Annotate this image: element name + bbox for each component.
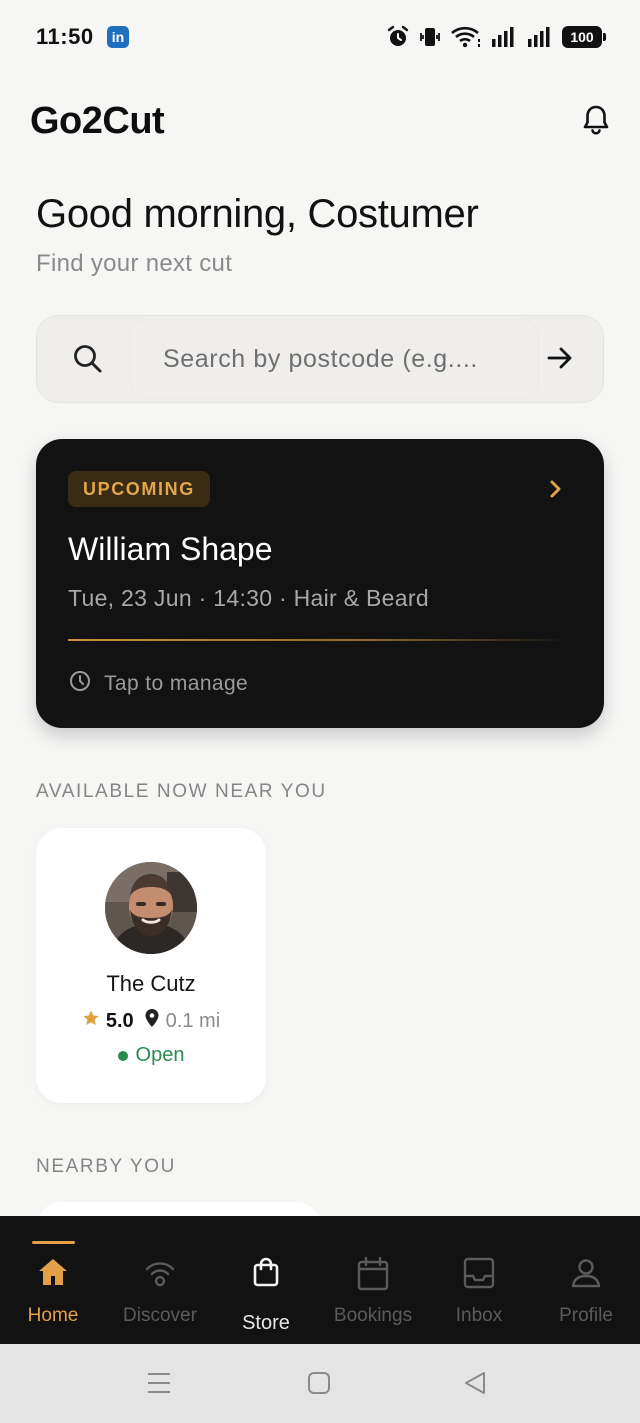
nav-label: Home — [27, 1305, 79, 1326]
arrow-right-icon — [545, 347, 575, 377]
nav-label: Store — [242, 1312, 290, 1334]
shop-status: Open — [36, 1044, 266, 1067]
wifi-icon — [450, 25, 482, 49]
location-pin-icon — [144, 1008, 160, 1034]
greeting-title: Good morning, Costumer — [36, 192, 479, 236]
active-indicator — [32, 1241, 75, 1244]
greeting-subtitle: Find your next cut — [36, 250, 233, 277]
nav-item-discover[interactable]: Discover — [107, 1216, 213, 1344]
status-label: Open — [135, 1044, 185, 1066]
status-icons: 100 — [386, 22, 606, 52]
status-bar: 11:50 in 100 — [0, 0, 640, 72]
nav-label: Bookings — [333, 1305, 413, 1326]
signal-strength-icon — [490, 25, 518, 49]
nav-item-store[interactable]: Store — [213, 1216, 319, 1344]
nav-label: Discover — [123, 1305, 197, 1326]
vibrate-icon — [418, 25, 442, 49]
menu-icon[interactable] — [146, 1370, 172, 1401]
shop-card[interactable]: The Cutz 5.0 0.1 mi Open — [36, 828, 266, 1103]
alarm-icon — [386, 25, 410, 49]
inbox-icon — [426, 1256, 532, 1290]
booking-details: Tue, 23 Jun · 14:30 · Hair & Beard — [68, 585, 429, 611]
nav-label: Profile — [559, 1305, 613, 1326]
status-dot-icon — [117, 1050, 128, 1061]
divider — [68, 639, 568, 641]
star-icon — [82, 1009, 100, 1033]
app-title: Go2Cut — [30, 100, 165, 142]
search-submit-button[interactable] — [545, 343, 575, 378]
postcode-search-input[interactable]: Search by postcode (e.g.... — [129, 319, 539, 399]
back-icon[interactable] — [462, 1370, 488, 1401]
clock-icon — [68, 669, 92, 699]
chevron-right-icon — [548, 477, 564, 506]
bell-icon — [582, 104, 610, 141]
nav-item-profile[interactable]: Profile — [533, 1216, 639, 1344]
shopping-bag-icon — [213, 1256, 319, 1288]
signal-strength-icon — [526, 25, 554, 49]
status-time: 11:50 — [36, 24, 94, 49]
linkedin-notification-icon: in — [107, 26, 129, 48]
nearby-section-label: NEARBY YOU — [36, 1156, 176, 1177]
upcoming-badge: UPCOMING — [68, 471, 210, 507]
barber-name: William Shape — [68, 531, 273, 567]
manage-label: Tap to manage — [104, 672, 249, 695]
shop-meta: 5.0 0.1 mi — [36, 1008, 266, 1034]
nav-item-bookings[interactable]: Bookings — [320, 1216, 426, 1344]
calendar-icon — [320, 1256, 426, 1292]
shop-distance: 0.1 mi — [165, 1009, 221, 1032]
system-navigation-bar — [0, 1344, 640, 1423]
search-icon — [71, 342, 105, 381]
shop-name: The Cutz — [106, 971, 196, 996]
home-icon — [0, 1256, 106, 1288]
nav-label: Inbox — [455, 1305, 503, 1326]
manage-hint: Tap to manage — [68, 669, 248, 699]
notifications-button[interactable] — [580, 104, 612, 140]
battery-indicator: 100 — [562, 26, 606, 48]
available-section-label: AVAILABLE NOW NEAR YOU — [36, 781, 327, 802]
home-button-icon[interactable] — [306, 1370, 332, 1401]
user-icon — [533, 1256, 639, 1290]
signal-icon — [107, 1256, 213, 1290]
search-bar: Search by postcode (e.g.... — [36, 315, 604, 403]
nav-item-home[interactable]: Home — [0, 1216, 106, 1344]
upcoming-booking-card[interactable]: UPCOMING William Shape Tue, 23 Jun · 14:… — [36, 439, 604, 728]
shop-rating: 5.0 — [105, 1009, 134, 1032]
avatar — [105, 862, 197, 954]
bottom-navigation: Home Discover Store Bookings Inbox Profi… — [0, 1216, 640, 1344]
nav-item-inbox[interactable]: Inbox — [426, 1216, 532, 1344]
